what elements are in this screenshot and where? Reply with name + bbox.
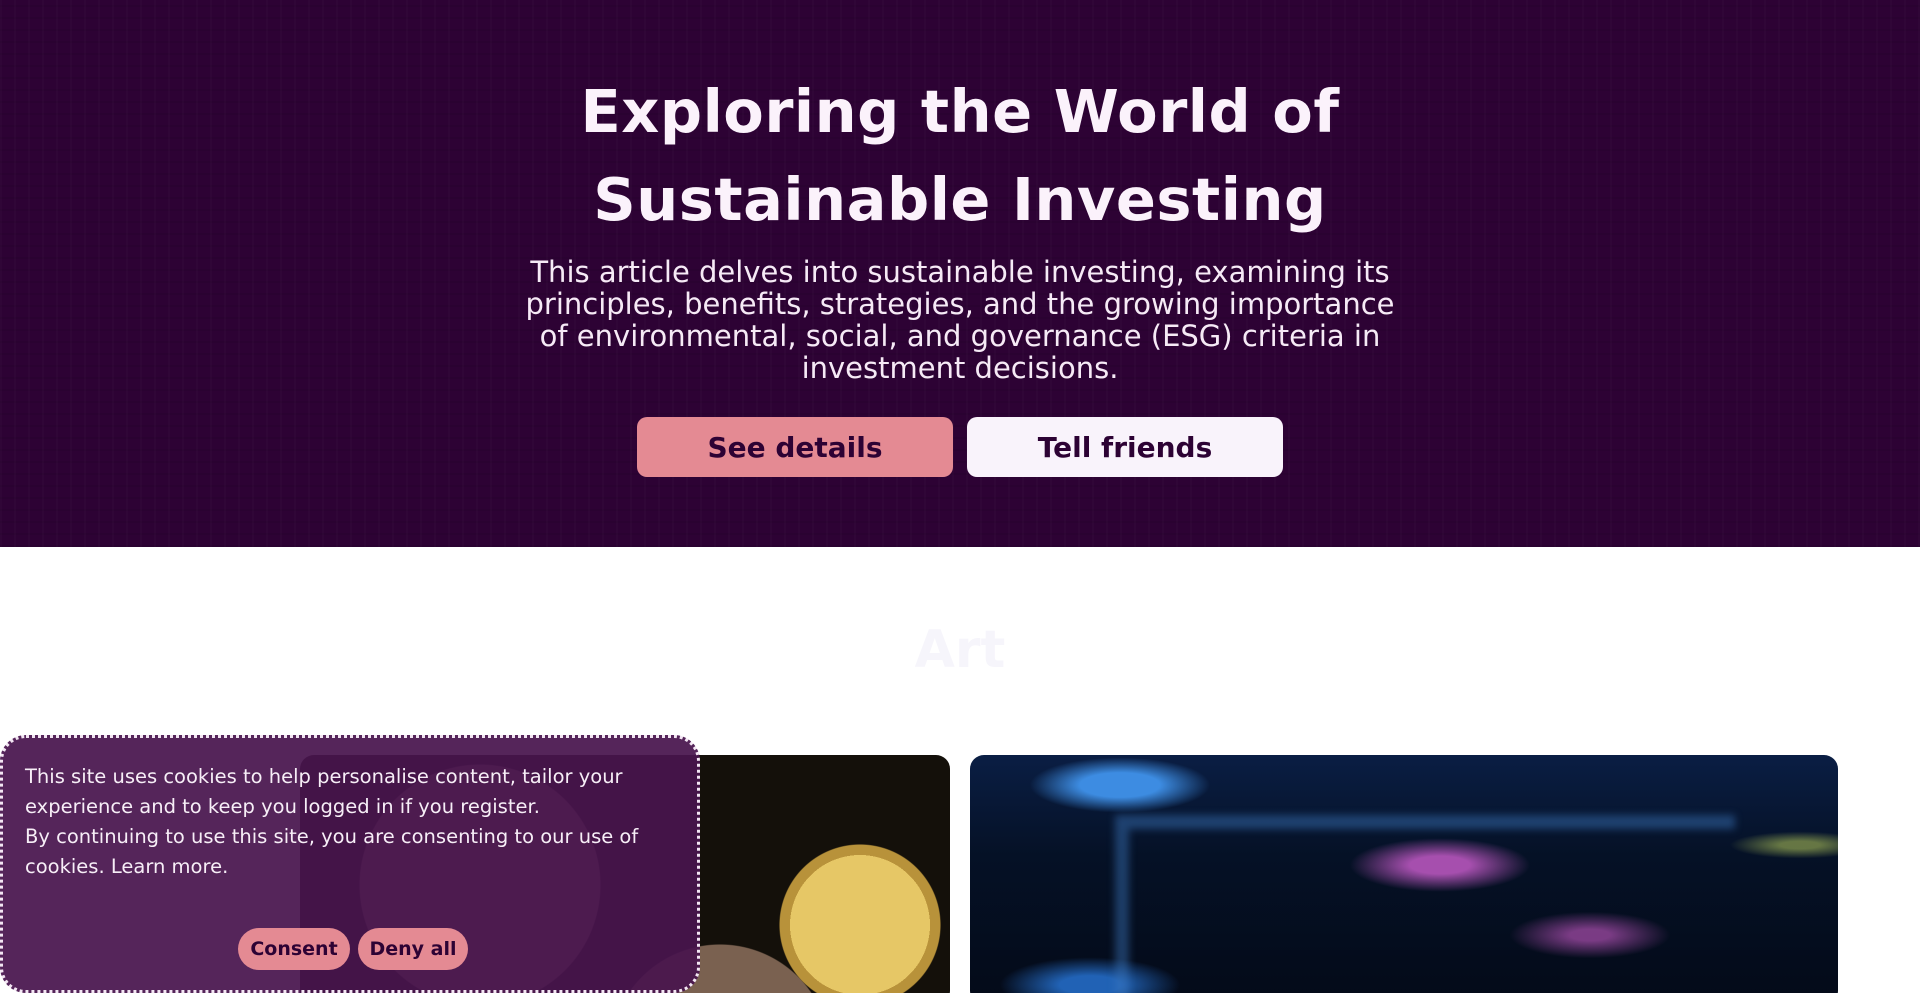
hero-section: Exploring the World of Sustainable Inves… [0, 0, 1920, 547]
stock-chart-image-card[interactable] [970, 755, 1838, 993]
learn-more-link[interactable]: Learn more. [111, 855, 228, 878]
hero-title-line2: Sustainable Investing [593, 165, 1327, 234]
blurred-chart-graphic [1115, 815, 1735, 993]
cookie-banner: This site uses cookies to help personali… [0, 735, 700, 993]
consent-button[interactable]: Consent [238, 928, 350, 970]
tell-friends-button[interactable]: Tell friends [967, 417, 1283, 477]
hero-title-line1: Exploring the World of [580, 77, 1340, 146]
section-title: Art [914, 620, 1006, 680]
cookie-message-line1: This site uses cookies to help personali… [25, 765, 623, 818]
cookie-message: This site uses cookies to help personali… [25, 762, 675, 882]
see-details-button[interactable]: See details [637, 417, 953, 477]
hero-description: This article delves into sustainable inv… [525, 255, 1395, 385]
deny-all-button[interactable]: Deny all [358, 928, 468, 970]
hero-title: Exploring the World of Sustainable Inves… [460, 68, 1460, 244]
